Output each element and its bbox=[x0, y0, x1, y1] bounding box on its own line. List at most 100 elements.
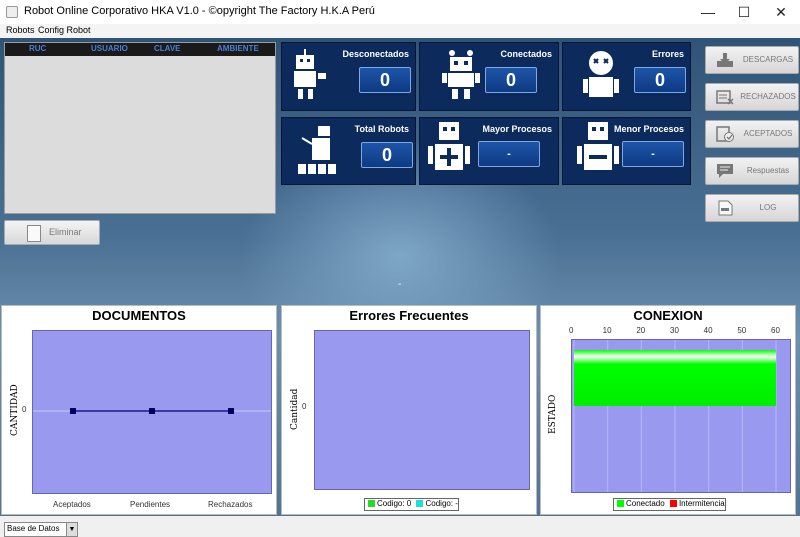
rejected-doc-icon bbox=[716, 90, 734, 105]
card-label: Desconectados bbox=[342, 49, 409, 59]
maximize-button[interactable]: ☐ bbox=[726, 0, 762, 24]
app-icon bbox=[6, 6, 18, 18]
y-axis-label: ESTADO bbox=[548, 394, 558, 434]
mayor-procesos-value: - bbox=[478, 141, 540, 167]
chart-title: Errores Frecuentes bbox=[349, 308, 469, 323]
legend-item: Intermitencia bbox=[678, 499, 725, 508]
errores-legend: Codigo: 0 Codigo: - bbox=[364, 498, 459, 511]
data-point bbox=[228, 408, 234, 414]
robot-connected-icon bbox=[442, 50, 480, 99]
database-select-value: Base de Datos bbox=[7, 524, 60, 533]
conectados-value: 0 bbox=[485, 67, 537, 93]
document-icon bbox=[27, 225, 41, 242]
legend-swatch bbox=[416, 500, 424, 507]
log-file-icon bbox=[718, 200, 733, 216]
legend-swatch bbox=[368, 500, 375, 507]
y-tick-label: 0 bbox=[302, 402, 307, 411]
x-tick-label: 20 bbox=[636, 326, 646, 335]
card-desconectados: Desconectados 0 bbox=[281, 42, 416, 111]
card-label: Total Robots bbox=[354, 124, 409, 134]
legend-item: Codigo: 0 bbox=[377, 499, 412, 508]
chart-title: CONEXION bbox=[633, 308, 703, 323]
col-clave[interactable]: CLAVE bbox=[154, 44, 181, 53]
x-tick-label: 30 bbox=[670, 326, 679, 335]
center-mark: - bbox=[398, 279, 402, 290]
eliminar-button[interactable]: Eliminar bbox=[4, 220, 100, 245]
rechazados-label: RECHAZADOS bbox=[740, 92, 796, 101]
menu-robots[interactable]: Robots bbox=[6, 25, 35, 35]
card-label: Menor Procesos bbox=[613, 124, 684, 134]
conexion-plot bbox=[571, 339, 791, 493]
robot-disconnected-icon bbox=[294, 49, 326, 99]
conexion-bar-svg bbox=[573, 340, 777, 492]
x-tick-label: 60 bbox=[771, 326, 780, 335]
robot-error-icon bbox=[583, 51, 619, 97]
documentos-plot bbox=[32, 330, 272, 494]
descargas-label: DESCARGAS bbox=[742, 55, 794, 64]
conexion-chart: CONEXION 0 10 20 30 40 50 60 ESTADO Conectado … bbox=[540, 305, 796, 515]
robots-table[interactable]: RUC USUARIO CLAVE AMBIENTE bbox=[4, 42, 276, 214]
card-menor-procesos: Menor Procesos - bbox=[562, 117, 691, 185]
log-button[interactable]: LOG bbox=[705, 194, 799, 222]
status-bar bbox=[0, 516, 800, 537]
y-axis-label: CANTIDAD bbox=[10, 384, 20, 436]
col-ruc[interactable]: RUC bbox=[29, 44, 46, 53]
col-usuario[interactable]: USUARIO bbox=[91, 44, 128, 53]
download-icon bbox=[717, 53, 733, 67]
menu-bar: Robots Config Robot bbox=[0, 24, 800, 39]
col-ambiente[interactable]: AMBIENTE bbox=[217, 44, 259, 53]
x-tick-label: Aceptados bbox=[53, 500, 91, 509]
total-robots-value: 0 bbox=[361, 142, 413, 168]
desconectados-value: 0 bbox=[359, 67, 411, 93]
x-tick-label: 40 bbox=[703, 326, 713, 335]
data-point bbox=[70, 408, 76, 414]
y-axis-label: Cantidad bbox=[290, 388, 300, 430]
aceptados-label: ACEPTADOS bbox=[743, 129, 793, 138]
close-button[interactable]: ✕ bbox=[763, 0, 799, 24]
data-point bbox=[149, 408, 155, 414]
robots-group-icon bbox=[298, 126, 336, 174]
chat-icon bbox=[717, 164, 733, 178]
card-label: Conectados bbox=[500, 49, 552, 59]
table-header: RUC USUARIO CLAVE AMBIENTE bbox=[5, 43, 275, 56]
card-total-robots: Total Robots 0 bbox=[281, 117, 416, 185]
card-label: Mayor Procesos bbox=[482, 124, 552, 134]
robot-plus-icon bbox=[428, 122, 470, 170]
bar-conectado bbox=[574, 350, 776, 406]
respuestas-button[interactable]: Respuestas bbox=[705, 157, 799, 185]
menu-config-robot[interactable]: Config Robot bbox=[38, 25, 91, 35]
robot-minus-icon bbox=[577, 122, 619, 170]
aceptados-button[interactable]: ACEPTADOS bbox=[705, 120, 799, 148]
minimize-button[interactable]: — bbox=[690, 0, 726, 24]
conexion-legend: Conectado Intermitencia bbox=[613, 498, 726, 511]
legend-swatch bbox=[669, 500, 677, 507]
respuestas-label: Respuestas bbox=[746, 166, 790, 175]
x-tick-label: 50 bbox=[737, 326, 747, 335]
chevron-down-icon[interactable]: ▼ bbox=[66, 523, 77, 536]
legend-swatch bbox=[617, 500, 624, 507]
y-tick-label: 0 bbox=[22, 405, 27, 414]
log-label: LOG bbox=[759, 203, 777, 212]
card-conectados: Conectados 0 bbox=[419, 42, 559, 111]
descargas-button[interactable]: DESCARGAS bbox=[705, 46, 799, 74]
card-label: Errores bbox=[651, 49, 684, 59]
card-mayor-procesos: Mayor Procesos - bbox=[419, 117, 559, 185]
x-tick-label: Rechazados bbox=[208, 500, 253, 509]
x-tick-label: Pendientes bbox=[130, 500, 171, 509]
window-title: Robot Online Corporativo HKA V1.0 - ©opy… bbox=[24, 5, 375, 17]
legend-item: Conectado bbox=[626, 499, 665, 508]
rechazados-button[interactable]: RECHAZADOS bbox=[705, 83, 799, 111]
title-bar: Robot Online Corporativo HKA V1.0 - ©opy… bbox=[0, 0, 800, 24]
legend-item: Codigo: - bbox=[425, 499, 458, 508]
card-errores: Errores 0 bbox=[562, 42, 691, 111]
documentos-chart: DOCUMENTOS CANTIDAD 0 Aceptados Pendient… bbox=[1, 305, 277, 515]
menor-procesos-value: - bbox=[622, 141, 684, 167]
database-select[interactable]: Base de Datos ▼ bbox=[4, 522, 78, 537]
chart-title: DOCUMENTOS bbox=[92, 308, 186, 323]
x-tick-label: 0 bbox=[569, 326, 574, 335]
errores-plot bbox=[314, 330, 530, 490]
eliminar-label: Eliminar bbox=[49, 227, 82, 237]
errores-value: 0 bbox=[634, 67, 686, 93]
x-tick-label: 10 bbox=[602, 326, 612, 335]
accepted-doc-icon bbox=[716, 126, 734, 142]
